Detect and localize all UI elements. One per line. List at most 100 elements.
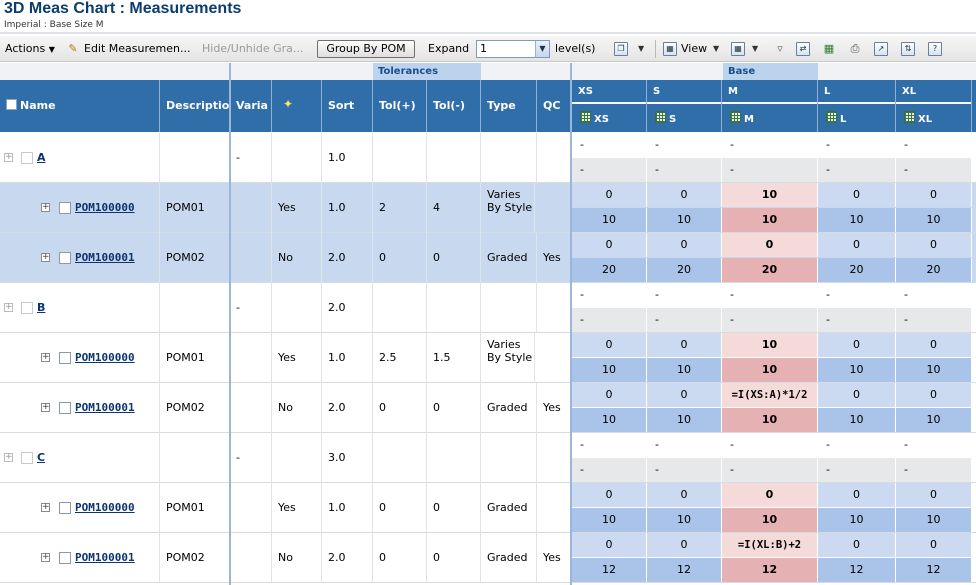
column-sort[interactable]: Sort — [322, 80, 373, 132]
row-name-link[interactable]: A — [37, 133, 46, 183]
size-value-top[interactable]: 0 — [722, 483, 818, 507]
row-name-link[interactable]: POM100000 — [75, 483, 135, 533]
size-value-bottom[interactable]: - — [896, 308, 972, 332]
size-value-bottom[interactable]: - — [818, 158, 896, 182]
size-value-top[interactable]: 0 — [818, 333, 896, 357]
size-value-top[interactable]: - — [572, 433, 647, 457]
hide-unhide-button[interactable]: Hide/Unhide Gra... — [202, 36, 303, 62]
size-value-bottom[interactable]: 10 — [572, 508, 647, 532]
row-checkbox[interactable] — [59, 252, 71, 264]
row-checkbox[interactable] — [59, 502, 71, 514]
table-row[interactable]: + POM100001 POM02 No 2.0 0 0 Graded Yes 0 12 0 12 =I(… — [0, 533, 976, 583]
column-size-m[interactable]: M M — [722, 80, 818, 132]
size-value-bottom[interactable]: 12 — [572, 558, 647, 582]
size-value-bottom[interactable]: 10 — [896, 408, 972, 432]
row-checkbox[interactable] — [59, 202, 71, 214]
size-value-top[interactable]: 0 — [572, 383, 647, 407]
column-size-l[interactable]: L L — [818, 80, 896, 132]
view-menu[interactable]: View — [681, 36, 707, 62]
size-value-bottom[interactable]: 10 — [572, 358, 647, 382]
size-value-bottom[interactable]: - — [647, 458, 722, 482]
size-value-bottom[interactable]: 20 — [572, 258, 647, 282]
size-value-top[interactable]: - — [572, 283, 647, 307]
size-value-bottom[interactable]: 10 — [896, 508, 972, 532]
row-name-link[interactable]: C — [37, 433, 45, 483]
column-size-s[interactable]: S S — [647, 80, 722, 132]
size-value-top[interactable]: 0 — [647, 383, 722, 407]
row-name-link[interactable]: POM100000 — [75, 183, 135, 233]
size-value-top[interactable]: 0 — [896, 183, 972, 207]
size-value-top[interactable]: 0 — [647, 333, 722, 357]
expand-level-select[interactable]: 1 ▼ — [476, 40, 550, 58]
size-value-top[interactable]: - — [647, 283, 722, 307]
help-icon[interactable]: ? — [928, 42, 942, 56]
size-value-top[interactable]: 0 — [647, 233, 722, 257]
swap-icon[interactable]: ⇄ — [796, 42, 810, 56]
size-value-top[interactable]: 0 — [896, 483, 972, 507]
chevron-down-icon[interactable]: ▼ — [752, 43, 758, 55]
size-value-bottom[interactable]: - — [722, 458, 818, 482]
size-value-bottom[interactable]: 10 — [647, 208, 722, 232]
size-value-top[interactable]: 0 — [572, 533, 647, 557]
row-name-link[interactable]: POM100000 — [75, 333, 135, 383]
group-row[interactable]: + A -1.0- - - - - - - - - - — [0, 133, 976, 183]
column-tol-minus[interactable]: Tol(-) — [427, 80, 481, 132]
size-value-bottom[interactable]: 10 — [818, 408, 896, 432]
size-value-top[interactable]: - — [818, 133, 896, 157]
column-size-xs[interactable]: XS XS — [572, 80, 647, 132]
size-value-bottom[interactable]: 10 — [647, 508, 722, 532]
expand-icon[interactable]: + — [41, 553, 50, 562]
size-value-top[interactable]: - — [572, 133, 647, 157]
expand-icon[interactable]: + — [41, 353, 50, 362]
filter-icon[interactable]: ▿ — [773, 42, 787, 56]
size-value-bottom[interactable]: 10 — [722, 508, 818, 532]
size-value-bottom[interactable]: 12 — [896, 558, 972, 582]
size-value-top[interactable]: 0 — [647, 483, 722, 507]
group-by-pom-button[interactable]: Group By POM — [317, 40, 415, 58]
expand-icon[interactable]: + — [4, 453, 13, 462]
url-icon[interactable]: ↗ — [874, 42, 888, 56]
column-tol-plus[interactable]: Tol(+) — [373, 80, 427, 132]
row-name-link[interactable]: B — [37, 283, 45, 333]
row-checkbox[interactable] — [59, 402, 71, 414]
size-value-bottom[interactable]: 10 — [818, 208, 896, 232]
column-name[interactable]: Name — [0, 80, 160, 132]
column-type[interactable]: Type — [481, 80, 537, 132]
size-value-top[interactable]: 0 — [722, 233, 818, 257]
row-name-link[interactable]: POM100001 — [75, 533, 135, 583]
size-value-top[interactable]: 0 — [818, 233, 896, 257]
size-value-bottom[interactable]: - — [722, 158, 818, 182]
size-value-bottom[interactable]: 10 — [896, 358, 972, 382]
size-value-bottom[interactable]: - — [572, 158, 647, 182]
size-value-bottom[interactable]: 10 — [722, 208, 818, 232]
size-value-bottom[interactable]: - — [572, 458, 647, 482]
size-value-top[interactable]: =I(XS:A)*1/2 — [722, 383, 818, 407]
expand-icon[interactable]: + — [41, 503, 50, 512]
size-value-top[interactable]: - — [647, 133, 722, 157]
size-value-bottom[interactable]: 20 — [647, 258, 722, 282]
size-value-top[interactable]: - — [647, 433, 722, 457]
size-value-bottom[interactable]: 10 — [572, 408, 647, 432]
size-value-bottom[interactable]: 12 — [818, 558, 896, 582]
size-value-bottom[interactable]: - — [572, 308, 647, 332]
table-row[interactable]: + POM100000 POM01 Yes 1.0 0 0 Graded 0 10 0 10 0 10 0 1… — [0, 483, 976, 533]
row-checkbox[interactable] — [59, 352, 71, 364]
size-value-top[interactable]: - — [896, 133, 972, 157]
expand-icon[interactable]: + — [41, 403, 50, 412]
table-icon[interactable]: ▦ — [731, 42, 745, 56]
expand-icon[interactable]: + — [4, 303, 13, 312]
size-value-bottom[interactable]: - — [647, 308, 722, 332]
table-row[interactable]: + POM100000 POM01 Yes 1.0 2 4 Varies By Style 0 1… — [0, 183, 976, 233]
chevron-down-icon[interactable]: ▼ — [638, 43, 644, 55]
size-value-bottom[interactable]: 10 — [722, 358, 818, 382]
size-value-bottom[interactable]: 12 — [647, 558, 722, 582]
size-value-bottom[interactable]: 20 — [896, 258, 972, 282]
size-value-bottom[interactable]: - — [818, 458, 896, 482]
table-row[interactable]: + POM100001 POM02 No 2.0 0 0 Graded Yes 0 20 0 20 0 20… — [0, 233, 976, 283]
group-row[interactable]: + C -3.0- - - - - - - - - - — [0, 433, 976, 483]
size-value-top[interactable]: 0 — [818, 483, 896, 507]
row-checkbox[interactable] — [59, 552, 71, 564]
size-value-bottom[interactable]: 12 — [722, 558, 818, 582]
size-value-top[interactable]: 0 — [572, 233, 647, 257]
size-value-top[interactable]: 0 — [572, 483, 647, 507]
